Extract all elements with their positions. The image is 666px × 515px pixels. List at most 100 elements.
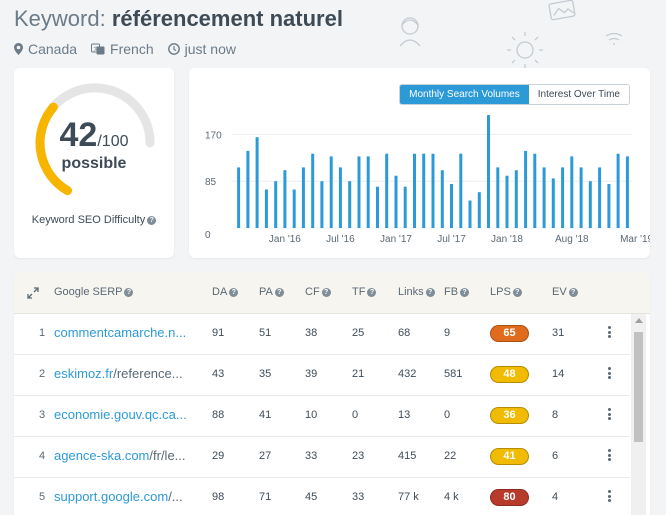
row-menu-icon[interactable] xyxy=(608,408,612,422)
row-menu-icon[interactable] xyxy=(608,326,612,340)
chart-bar[interactable] xyxy=(274,181,278,228)
chart-bar[interactable] xyxy=(625,156,629,228)
x-tick-label: Mar '19 xyxy=(620,234,650,245)
row-menu-icon[interactable] xyxy=(608,449,612,463)
header-ev[interactable]: EV? xyxy=(552,286,578,298)
table-row: 2 eskimoz.fr/reference... 43 35 39 21 43… xyxy=(14,355,630,396)
header-tf[interactable]: TF? xyxy=(352,286,377,298)
tab-interest-over-time[interactable]: Interest Over Time xyxy=(528,85,629,104)
chart-bar[interactable] xyxy=(422,153,426,228)
header-google-serp[interactable]: Google SERP? xyxy=(54,286,134,298)
row-menu-icon[interactable] xyxy=(608,490,612,504)
header-fb[interactable]: FB? xyxy=(444,286,470,298)
help-icon[interactable]: ? xyxy=(460,288,470,297)
chart-bar[interactable] xyxy=(561,167,565,228)
chart-bar[interactable] xyxy=(366,156,370,228)
chart-bar[interactable] xyxy=(292,189,296,229)
row-url[interactable]: economie.gouv.qc.ca... xyxy=(54,407,194,422)
chart-bar[interactable] xyxy=(283,170,287,228)
chart-bar[interactable] xyxy=(431,153,435,228)
row-tf: 23 xyxy=(352,450,365,462)
chart-bar[interactable] xyxy=(385,153,389,228)
table-row: 1 commentcamarche.n... 91 51 38 25 68 9 … xyxy=(14,314,630,355)
chart-bar[interactable] xyxy=(570,156,574,228)
chart-bar[interactable] xyxy=(246,150,250,228)
chart-bar[interactable] xyxy=(237,167,241,228)
chart-bar[interactable] xyxy=(514,170,518,228)
help-icon[interactable]: ? xyxy=(124,288,134,297)
tab-monthly-search-volumes[interactable]: Monthly Search Volumes xyxy=(400,85,529,104)
header-fb-label: FB xyxy=(444,286,459,298)
table-scrollbar[interactable] xyxy=(631,314,646,515)
chart-bar[interactable] xyxy=(459,153,463,228)
expand-icon[interactable] xyxy=(27,287,39,299)
chart-bar[interactable] xyxy=(588,181,592,228)
chart-bar[interactable] xyxy=(533,153,537,228)
chart-bar[interactable] xyxy=(616,153,620,228)
chart-bar[interactable] xyxy=(413,153,416,228)
chart-bar[interactable] xyxy=(376,186,379,228)
chart-bar[interactable] xyxy=(311,153,315,228)
help-icon[interactable]: ? xyxy=(274,288,284,297)
chart-bar[interactable] xyxy=(551,178,555,228)
row-menu-icon[interactable] xyxy=(608,367,612,381)
difficulty-label-text: Keyword SEO Difficulty xyxy=(31,214,146,226)
help-icon[interactable]: ? xyxy=(512,288,522,297)
row-url[interactable]: commentcamarche.n... xyxy=(54,325,194,340)
scroll-thumb[interactable] xyxy=(634,332,643,442)
help-icon[interactable]: ? xyxy=(568,288,578,297)
chart-bar[interactable] xyxy=(468,200,472,229)
header-cf[interactable]: CF? xyxy=(305,286,331,298)
chart-bar[interactable] xyxy=(403,186,407,228)
row-url[interactable]: agence-ska.com/fr/le... xyxy=(54,448,194,463)
chart-bar[interactable] xyxy=(607,184,611,228)
row-tf: 21 xyxy=(352,368,365,380)
chart-bar[interactable] xyxy=(496,167,500,228)
doodle-picture-icon xyxy=(548,0,576,21)
chart-bar[interactable] xyxy=(394,175,398,228)
row-domain[interactable]: commentcamarche.n... xyxy=(54,325,186,340)
help-icon[interactable]: ? xyxy=(229,288,239,297)
help-icon[interactable]: ? xyxy=(367,288,377,297)
y-tick-label: 85 xyxy=(205,177,217,188)
chart-bar[interactable] xyxy=(320,181,324,228)
row-path[interactable]: /fr/le... xyxy=(149,448,185,463)
header-links[interactable]: Links? xyxy=(398,286,435,298)
chart-bar[interactable] xyxy=(487,115,490,228)
x-tick-label: Jan '16 xyxy=(269,234,301,245)
x-tick-label: Aug '18 xyxy=(555,234,589,245)
scroll-up-icon[interactable] xyxy=(635,318,643,323)
help-icon[interactable]: ? xyxy=(321,288,331,297)
row-ev: 31 xyxy=(552,327,565,339)
row-url[interactable]: support.google.com/... xyxy=(54,489,194,504)
row-path[interactable]: /... xyxy=(168,489,182,504)
chart-bar[interactable] xyxy=(264,189,268,229)
chart-bar[interactable] xyxy=(440,170,444,228)
chart-bar[interactable] xyxy=(329,156,333,228)
chart-bar[interactable] xyxy=(338,167,342,228)
row-domain[interactable]: eskimoz.fr xyxy=(54,366,113,381)
chart-bar[interactable] xyxy=(579,167,583,228)
chart-bar[interactable] xyxy=(598,167,602,228)
chart-bar[interactable] xyxy=(348,181,352,228)
help-icon[interactable]: ? xyxy=(147,216,157,225)
help-icon[interactable]: ? xyxy=(425,288,435,297)
header-pa[interactable]: PA? xyxy=(259,286,284,298)
header-da[interactable]: DA? xyxy=(212,286,239,298)
chart-bar[interactable] xyxy=(505,175,509,228)
row-domain[interactable]: agence-ska.com xyxy=(54,448,149,463)
chart-bar[interactable] xyxy=(450,184,453,228)
chart-bar[interactable] xyxy=(301,167,305,228)
chart-bar[interactable] xyxy=(524,150,528,228)
x-tick-label: Jan '17 xyxy=(380,234,412,245)
row-domain[interactable]: economie.gouv.qc.ca... xyxy=(54,407,187,422)
row-tf: 0 xyxy=(352,409,359,421)
chart-bar[interactable] xyxy=(542,167,546,228)
row-url[interactable]: eskimoz.fr/reference... xyxy=(54,366,194,381)
chart-bar[interactable] xyxy=(477,192,481,228)
chart-bar[interactable] xyxy=(255,137,259,228)
header-lps[interactable]: LPS? xyxy=(490,286,522,298)
row-path[interactable]: /reference... xyxy=(113,366,182,381)
chart-bar[interactable] xyxy=(357,156,361,228)
row-domain[interactable]: support.google.com xyxy=(54,489,168,504)
